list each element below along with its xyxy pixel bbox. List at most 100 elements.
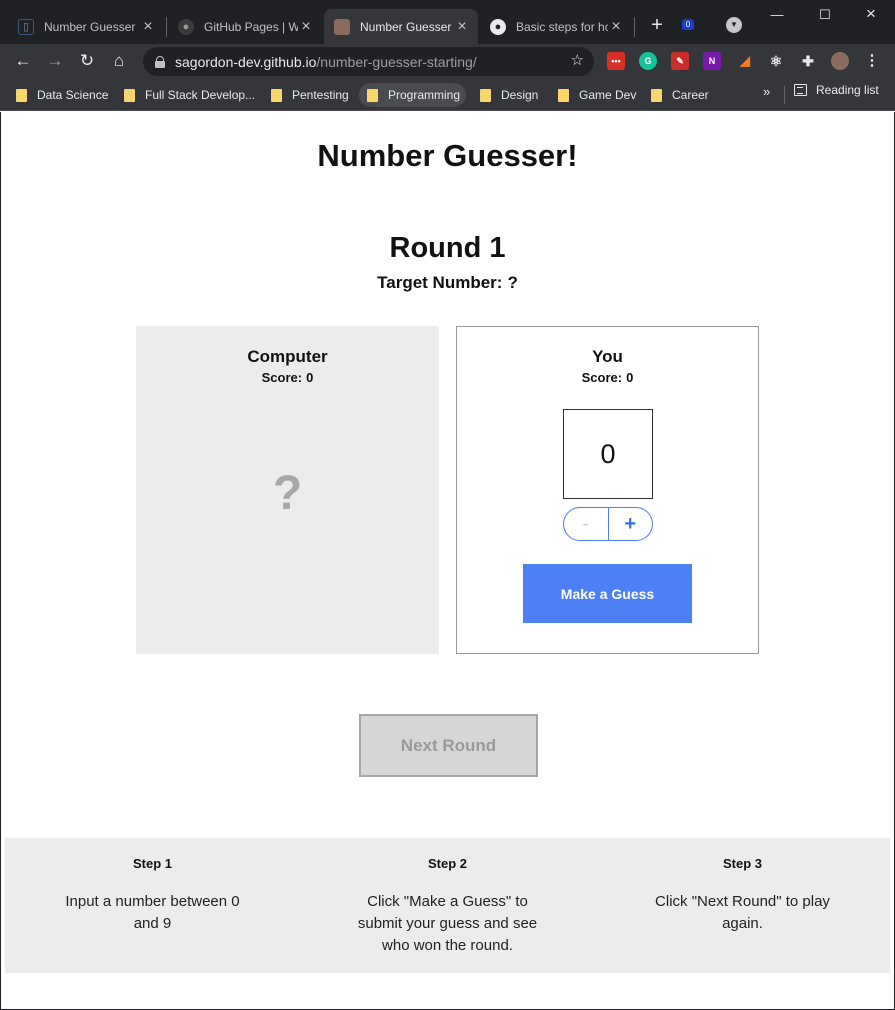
bookmark-folder[interactable]: Career [643, 83, 715, 107]
bookmarks-bar: Data Science Full Stack Develop... Pente… [0, 79, 895, 111]
bookmark-label: Career [672, 88, 709, 102]
bookmark-label: Pentesting [292, 88, 349, 102]
step-title: Step 1 [132, 856, 172, 871]
reload-icon[interactable]: ↻ [76, 50, 98, 72]
extension-badge: 0 [682, 19, 694, 30]
react-devtools-icon[interactable]: ⚛ [767, 52, 785, 70]
computer-panel: Computer Score: 0 ? [136, 326, 439, 654]
browser-tab-active[interactable]: Number Guesser × [324, 9, 478, 44]
folder-icon [558, 88, 569, 102]
score-value: 0 [626, 370, 634, 385]
extension-tool-icon[interactable]: ✎ [671, 52, 689, 70]
step-title: Step 2 [427, 856, 467, 871]
bookmarks-overflow-button[interactable]: » [763, 84, 770, 99]
close-icon[interactable]: × [140, 18, 156, 36]
computer-score: Score: 0 [136, 370, 439, 385]
bookmark-label: Full Stack Develop... [145, 88, 256, 102]
reading-list-button[interactable]: Reading list [794, 83, 879, 97]
page-content: Number Guesser! Round 1 Target Number:? … [0, 112, 895, 1010]
forward-arrow-icon[interactable]: → [44, 50, 66, 72]
extension-orange-icon[interactable]: ◢ [736, 52, 754, 70]
onenote-icon[interactable]: N [703, 52, 721, 70]
player-score: Score: 0 [457, 370, 758, 385]
tab-divider [634, 17, 635, 37]
bookmark-label: Data Science [37, 88, 109, 102]
guess-input[interactable]: 0 [563, 409, 653, 499]
browser-tab[interactable]: ● Basic steps for ho × [480, 9, 632, 44]
bookmark-label: Design [501, 88, 539, 102]
folder-icon [651, 88, 662, 102]
bookmark-folder[interactable]: Game Dev [550, 83, 642, 107]
address-bar[interactable]: sagordon-dev.github.io /number-guesser-s… [143, 47, 594, 76]
page-icon: ▯ [18, 18, 34, 35]
profile-favicon-icon [334, 18, 350, 35]
avatar[interactable] [831, 52, 849, 70]
score-value: 0 [306, 370, 314, 385]
close-icon[interactable]: × [454, 18, 470, 36]
maximize-icon[interactable]: ☐ [815, 7, 835, 23]
round-heading: Round 1 [389, 232, 506, 264]
step-item: Step 3 Click "Next Round" to play again. [595, 838, 890, 935]
window-close-icon[interactable]: × [861, 4, 881, 24]
player-name: You [592, 347, 623, 366]
browser-tab-strip: ▯ Number Guesser × ● GitHub Pages | W × … [0, 0, 895, 44]
bookmark-star-icon[interactable]: ☆ [571, 51, 584, 69]
reading-list-label: Reading list [816, 83, 879, 97]
target-number: Target Number:? [1, 273, 894, 293]
new-tab-plus-icon[interactable]: + [648, 14, 666, 37]
browser-toolbar: ← → ↻ ⌂ sagordon-dev.github.io /number-g… [0, 44, 895, 79]
bookmark-folder[interactable]: Design [472, 83, 544, 107]
home-icon[interactable]: ⌂ [108, 50, 130, 72]
bookmark-folder[interactable]: Data Science [8, 83, 114, 107]
score-label: Score: [581, 370, 623, 385]
guess-stepper: - + [563, 507, 653, 541]
increment-button[interactable]: + [609, 508, 653, 540]
step-title: Step 3 [722, 856, 762, 871]
bookmark-label: Programming [388, 88, 461, 102]
player-panel: You Score: 0 0 - + Make a Guess [456, 326, 759, 654]
bookmark-label: Game Dev [579, 88, 637, 102]
extension-red-icon[interactable]: ••• [607, 52, 625, 70]
back-arrow-icon[interactable]: ← [12, 50, 34, 72]
close-icon[interactable]: × [298, 18, 314, 36]
make-guess-button[interactable]: Make a Guess [523, 564, 692, 623]
bookmark-folder[interactable]: Full Stack Develop... [116, 83, 261, 107]
browser-tab[interactable]: ● GitHub Pages | W × [168, 9, 322, 44]
bookmark-folder[interactable]: Programming [359, 83, 467, 107]
menu-dots-icon[interactable]: ⋮ [863, 52, 881, 70]
step-text: Click "Make a Guess" to submit your gues… [357, 893, 538, 954]
tab-divider [166, 17, 167, 37]
instructions-footer: Step 1 Input a number between 0 and 9 St… [5, 838, 890, 973]
folder-icon [124, 88, 135, 102]
folder-icon [16, 88, 27, 102]
computer-name: Computer [247, 347, 328, 366]
tab-title: Number Guesser [360, 19, 452, 34]
step-item: Step 1 Input a number between 0 and 9 [5, 838, 300, 935]
next-round-button[interactable]: Next Round [359, 714, 538, 777]
bookmark-folder[interactable]: Pentesting [263, 83, 355, 107]
github-icon: ● [178, 18, 194, 35]
reading-list-icon [794, 84, 807, 96]
decrement-button[interactable]: - [564, 508, 609, 540]
url-host: sagordon-dev.github.io [175, 53, 317, 70]
github-icon: ● [490, 18, 506, 35]
close-icon[interactable]: × [608, 18, 624, 36]
folder-icon [271, 88, 282, 102]
step-text: Input a number between 0 and 9 [65, 893, 240, 932]
bookmarks-divider [784, 86, 785, 104]
extensions-puzzle-icon[interactable]: ✚ [799, 52, 817, 70]
lock-icon [155, 55, 165, 68]
browser-tab[interactable]: ▯ Number Guesser × [8, 9, 164, 44]
tab-title: GitHub Pages | W [204, 19, 298, 34]
minimize-icon[interactable]: — [767, 7, 787, 22]
step-text: Click "Next Round" to play again. [655, 893, 830, 932]
target-value: ? [507, 273, 518, 292]
tab-title: Basic steps for ho [516, 19, 608, 34]
tab-search-icon[interactable]: ▼ [726, 17, 742, 33]
grammarly-icon[interactable]: G [639, 52, 657, 70]
score-label: Score: [261, 370, 303, 385]
folder-icon [367, 88, 378, 102]
step-item: Step 2 Click "Make a Guess" to submit yo… [300, 838, 595, 957]
url-path: /number-guesser-starting/ [316, 53, 477, 70]
target-label: Target Number: [377, 273, 503, 292]
